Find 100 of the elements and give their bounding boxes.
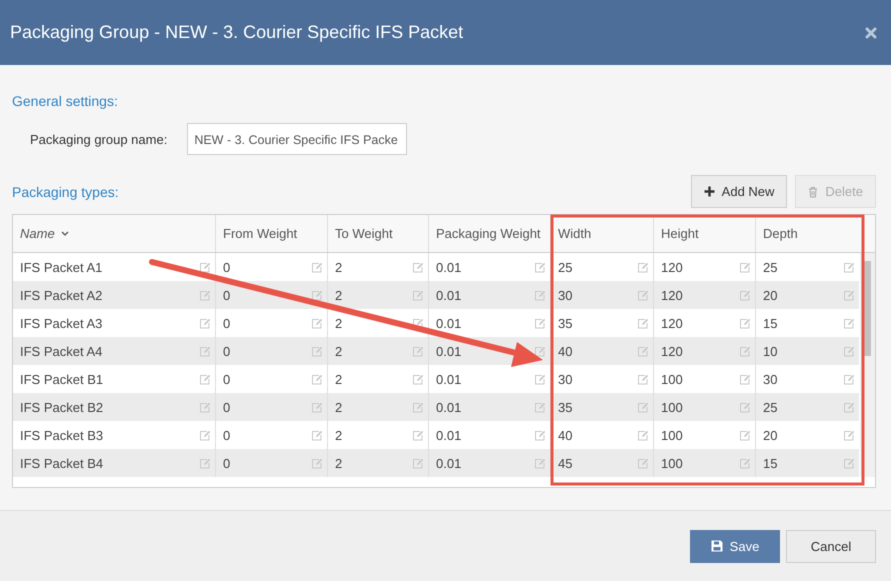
edit-icon[interactable] [739,374,751,384]
edit-icon[interactable] [637,430,649,440]
table-cell: 40 [558,428,572,442]
table-cell: 0 [223,288,230,302]
add-new-button[interactable]: Add New [690,175,788,208]
table-cell: 20 [763,428,778,442]
edit-icon[interactable] [637,374,649,384]
table-cell: 0.01 [436,372,462,386]
table-cell: 2 [335,400,342,414]
table-cell: IFS Packet A1 [20,260,102,274]
table-cell: 2 [335,372,342,386]
table-cell: 10 [763,344,778,358]
table-cell: IFS Packet A2 [20,288,102,302]
table-cell: IFS Packet A4 [20,344,102,358]
edit-icon[interactable] [199,430,211,440]
table-cell: 0.01 [436,400,462,414]
table-cell: 0 [223,372,230,386]
column-header[interactable]: From Weight [216,215,328,252]
edit-icon[interactable] [412,318,424,328]
edit-icon[interactable] [412,262,424,272]
section-heading: General settings: [12,93,119,109]
table-cell: 30 [763,372,778,386]
edit-icon[interactable] [199,374,211,384]
edit-icon[interactable] [311,374,323,384]
table-cell: 120 [661,288,683,302]
table-cell: 120 [661,260,683,274]
table-cell: IFS Packet B4 [20,456,104,470]
table-cell: 15 [763,316,778,330]
table-cell: 20 [763,288,778,302]
table-cell: 35 [558,400,572,414]
edit-icon[interactable] [199,318,211,328]
table-cell: 45 [558,456,572,470]
table-cell: 2 [335,344,342,358]
table-cell: 2 [335,260,342,274]
table-cell: 100 [661,456,683,470]
plus-icon [704,186,715,197]
edit-icon[interactable] [843,374,855,384]
edit-icon[interactable] [534,262,546,272]
table-cell: 40 [558,344,572,358]
table-cell: IFS Packet B1 [20,372,104,386]
table-cell: 0 [223,428,230,442]
edit-icon[interactable] [311,290,323,300]
table-cell: IFS Packet B3 [20,428,104,442]
name-field[interactable]: NEW - 3. Courier Specific IFS Packe [187,123,408,155]
edit-icon[interactable] [534,346,546,356]
table-cell: IFS Packet B2 [20,400,104,414]
table-cell: 120 [661,344,683,358]
table-cell: 0.01 [436,344,462,358]
column-header[interactable]: To Weight [328,215,429,252]
edit-icon[interactable] [412,374,424,384]
table-cell: 2 [335,428,342,442]
table-cell: 30 [558,288,572,302]
table-cell: IFS Packet A3 [20,316,102,330]
edit-icon[interactable] [637,262,649,272]
edit-icon[interactable] [843,318,855,328]
table-cell: 15 [763,456,778,470]
cancel-button[interactable]: Cancel [786,530,876,562]
table-cell: 0.01 [436,260,462,274]
column-header[interactable]: Depth [756,215,859,252]
table-cell: 0.01 [436,428,462,442]
edit-icon[interactable] [843,262,855,272]
table-cell: 0 [223,260,230,274]
column-header[interactable]: Width [551,215,654,252]
table-cell: 0.01 [436,316,462,330]
edit-icon[interactable] [739,262,751,272]
edit-icon[interactable] [534,318,546,328]
edit-icon[interactable] [843,430,855,440]
table-cell: 120 [661,316,683,330]
close-icon[interactable] [865,26,877,38]
edit-icon[interactable] [199,262,211,272]
field-label: Packaging group name: [30,132,168,146]
edit-icon[interactable] [739,430,751,440]
edit-icon[interactable] [412,430,424,440]
table-cell: 0 [223,456,230,470]
table-cell: 25 [763,260,778,274]
table-cell: 0.01 [436,456,462,470]
table-cell: 30 [558,372,572,386]
save-button[interactable]: Save [690,530,780,562]
table-cell: 2 [335,456,342,470]
edit-icon[interactable] [311,318,323,328]
edit-icon[interactable] [637,318,649,328]
table-cell: 25 [558,260,572,274]
column-header[interactable]: Height [654,215,756,252]
table-cell: 100 [661,428,683,442]
column-header[interactable]: Packaging Weight [429,215,551,252]
edit-icon[interactable] [534,374,546,384]
table-cell: 0.01 [436,288,462,302]
edit-icon[interactable] [311,430,323,440]
edit-icon[interactable] [311,262,323,272]
table-cell: 0 [223,316,230,330]
edit-icon[interactable] [534,430,546,440]
column-header[interactable]: Name [13,215,216,252]
table-cell: 100 [661,372,683,386]
window-title: Packaging Group - NEW - 3. Courier Specific IFS Packet [10,22,464,43]
trash-icon [808,186,818,198]
edit-icon[interactable] [739,318,751,328]
table-cell: 0 [223,344,230,358]
table-cell: 2 [335,316,342,330]
table-cell: 0 [223,400,230,414]
table-cell: 100 [661,400,683,414]
